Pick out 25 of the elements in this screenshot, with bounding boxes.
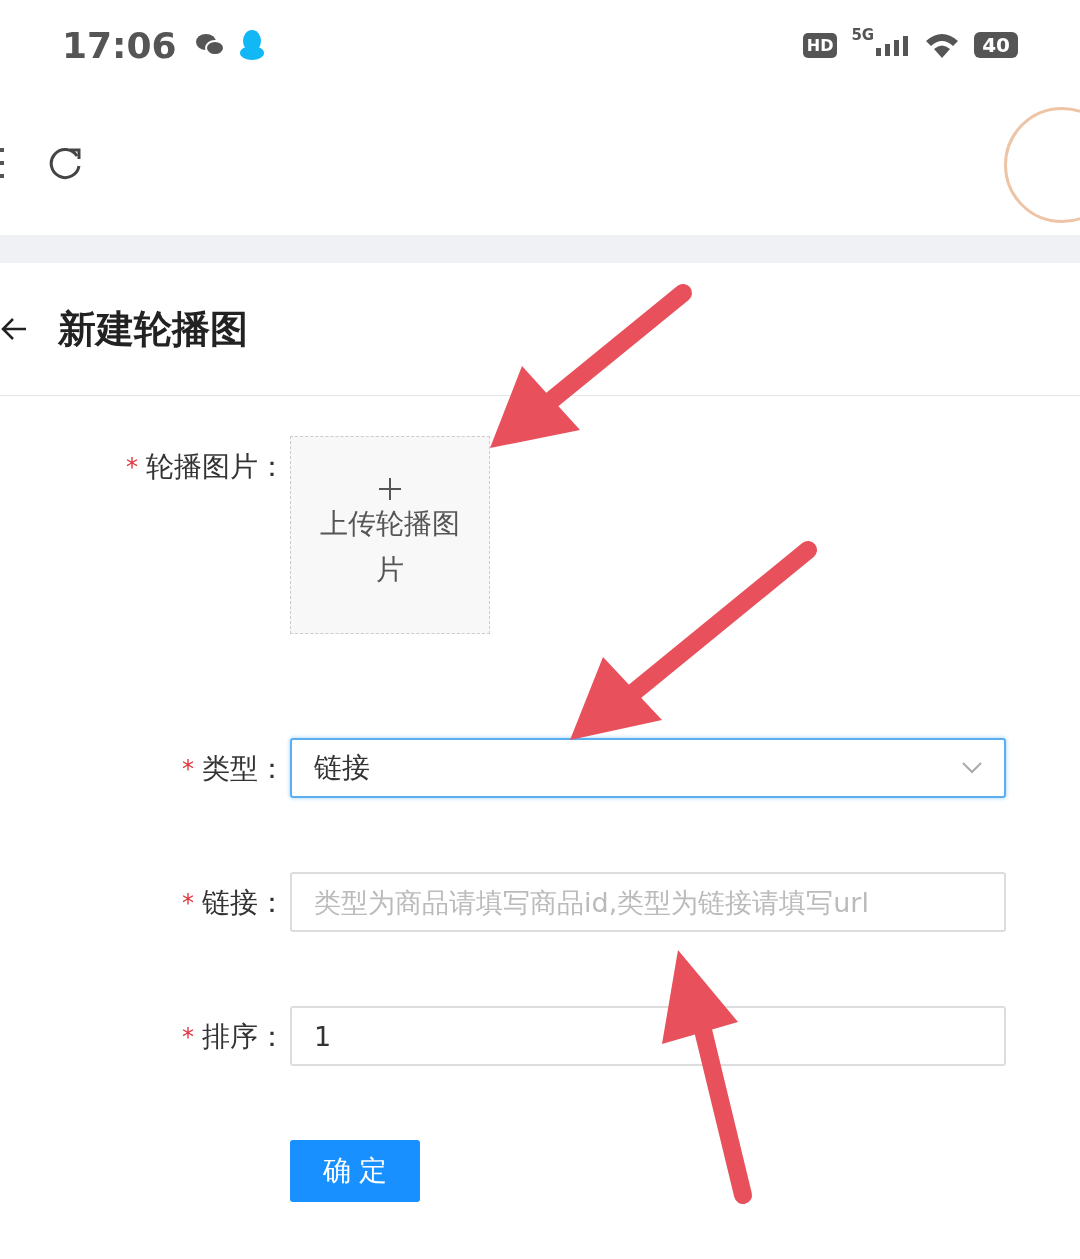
page-title: 新建轮播图 — [58, 305, 248, 353]
field-label: 轮播图片： — [146, 449, 286, 485]
field-label: 链接： — [202, 885, 286, 921]
signal-icon — [876, 34, 911, 56]
required-asterisk: * — [182, 755, 194, 783]
upload-area[interactable]: 上传轮播图片 — [290, 436, 490, 634]
required-asterisk: * — [182, 1023, 194, 1051]
clock-time: 17:06 — [62, 24, 177, 66]
refresh-icon[interactable] — [48, 145, 82, 180]
field-label: 排序： — [202, 1019, 286, 1055]
required-asterisk: * — [126, 453, 138, 481]
chevron-down-icon — [962, 762, 982, 774]
battery-level: 40 — [974, 32, 1018, 58]
back-arrow-icon[interactable] — [0, 317, 28, 341]
wifi-icon — [924, 31, 961, 59]
menu-icon[interactable] — [0, 147, 4, 178]
network-label: 5G — [851, 26, 875, 44]
hd-badge: HD — [802, 32, 838, 58]
input-field[interactable]: 1 — [290, 1006, 1006, 1066]
input-field[interactable]: 类型为商品请填写商品id,类型为链接请填写url — [290, 872, 1006, 932]
penguin-icon — [238, 29, 265, 61]
required-asterisk: * — [182, 889, 194, 917]
type-select[interactable]: 链接 — [290, 738, 1006, 798]
field-label: 类型： — [202, 751, 286, 787]
plus-icon — [378, 477, 402, 501]
